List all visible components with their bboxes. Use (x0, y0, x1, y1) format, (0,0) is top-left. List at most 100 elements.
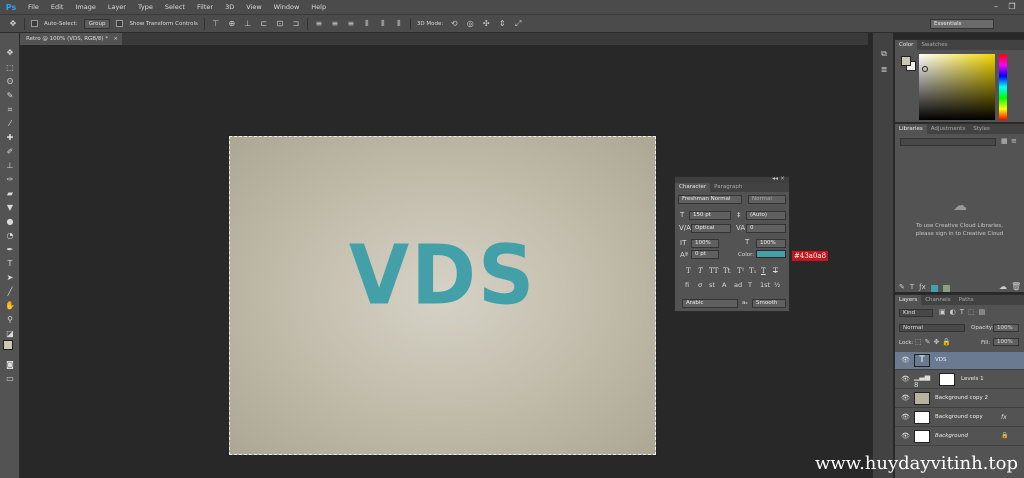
align-top-icon[interactable]: ⊤ (211, 19, 221, 29)
eyedropper-tool-icon[interactable]: ⁄ (4, 118, 16, 129)
tab-libraries[interactable]: Libraries (895, 124, 927, 134)
tracking-field[interactable]: 0 (746, 224, 786, 233)
distribute-right-icon[interactable]: ⦀ (394, 19, 404, 29)
small-caps-button[interactable]: Tt (723, 267, 730, 275)
horizontal-scale-field[interactable]: 100% (756, 239, 786, 248)
leading-field[interactable]: (Auto) (746, 211, 786, 220)
layer-style-icon[interactable]: ƒx (919, 283, 926, 292)
screen-mode-icon[interactable]: ▭ (4, 373, 16, 384)
menu-help[interactable]: Help (305, 3, 332, 11)
layer-row[interactable]: 👁 ▁▃▅ 8 Levels 1 (895, 371, 1024, 389)
3d-roll-icon[interactable]: ◎ (465, 19, 475, 29)
menu-3d[interactable]: 3D (219, 3, 240, 11)
faux-italic-button[interactable]: T (698, 267, 703, 275)
anti-alias-dropdown[interactable]: Smooth (752, 299, 786, 308)
restore-button[interactable]: ❐ (1006, 2, 1018, 12)
pen-tool-icon[interactable]: ✒ (4, 244, 16, 255)
default-colors-icon[interactable]: ◪ (4, 328, 16, 339)
3d-pan-icon[interactable]: ✣ (481, 19, 491, 29)
titling-alternates-button[interactable]: ad (734, 281, 742, 289)
font-style-dropdown[interactable]: Normal (748, 195, 786, 204)
all-caps-button[interactable]: TT (709, 267, 718, 275)
layer-name[interactable]: Background copy 2 (935, 395, 988, 401)
underline-button[interactable]: T (761, 267, 766, 275)
menu-view[interactable]: View (240, 3, 267, 11)
tab-swatches[interactable]: Swatches (917, 40, 951, 50)
ornaments-button[interactable]: T (748, 281, 752, 289)
delete-icon[interactable]: 🗑 (1011, 282, 1021, 291)
menu-filter[interactable]: Filter (191, 3, 219, 11)
opacity-field[interactable]: 100% (993, 324, 1019, 332)
lasso-tool-icon[interactable]: ʘ (4, 76, 16, 87)
menu-type[interactable]: Type (132, 3, 159, 11)
superscript-button[interactable]: T¹ (737, 267, 744, 275)
layer-name[interactable]: Background (935, 433, 968, 439)
old-style-button[interactable]: ơ (698, 281, 702, 289)
menu-image[interactable]: Image (69, 3, 101, 11)
filter-icons[interactable]: ▣◐T⬚▤ (939, 308, 989, 316)
menu-file[interactable]: File (22, 3, 45, 11)
text-style-icon[interactable]: T (910, 283, 914, 292)
layer-name[interactable]: VDS (935, 357, 947, 363)
eye-icon[interactable]: 👁 (901, 413, 910, 421)
align-middle-icon[interactable]: ⊕ (227, 19, 237, 29)
history-brush-tool-icon[interactable]: ✑ (4, 174, 16, 185)
eye-icon[interactable]: 👁 (901, 356, 910, 364)
tab-layers[interactable]: Layers (895, 295, 922, 305)
fractions-button[interactable]: ½ (774, 281, 780, 289)
layer-row[interactable]: 👁 Background copy 2 (895, 390, 1024, 408)
type-tool-icon[interactable]: T (4, 258, 16, 269)
dodge-tool-icon[interactable]: ◔ (4, 230, 16, 241)
distribute-top-icon[interactable]: ≡ (314, 19, 324, 29)
color-picker-cursor[interactable] (922, 66, 928, 72)
brush-tool-icon[interactable]: ✐ (4, 146, 16, 157)
blur-tool-icon[interactable]: ● (4, 216, 16, 227)
close-icon[interactable]: × (113, 33, 118, 45)
layer-row[interactable]: 👁 Background copy fx (895, 409, 1024, 427)
move-tool-icon[interactable]: ✥ (8, 19, 18, 29)
layer-row[interactable]: 👁 Background 🔒 (895, 428, 1024, 446)
distribute-left-icon[interactable]: ⦀ (362, 19, 372, 29)
eye-icon[interactable]: 👁 (901, 394, 910, 402)
tab-styles[interactable]: Styles (969, 124, 994, 134)
tab-adjustments[interactable]: Adjustments (927, 124, 969, 134)
menu-edit[interactable]: Edit (45, 3, 70, 11)
cc-sync-icon[interactable]: ☁ (999, 282, 1007, 291)
transform-controls-checkbox[interactable] (116, 20, 124, 27)
path-selection-tool-icon[interactable]: ➤ (4, 272, 16, 283)
3d-rotate-icon[interactable]: ⟲ (449, 19, 459, 29)
marquee-tool-icon[interactable]: ⬚ (4, 62, 16, 73)
healing-brush-tool-icon[interactable]: ✚ (4, 132, 16, 143)
line-tool-icon[interactable]: ╱ (4, 286, 16, 297)
3d-slide-icon[interactable]: ⇕ (497, 19, 507, 29)
language-dropdown[interactable]: Arabic (682, 299, 738, 308)
align-right-icon[interactable]: ⊐ (291, 19, 301, 29)
list-view-icon[interactable]: ≡ (1011, 137, 1017, 145)
align-center-icon[interactable]: ⊡ (275, 19, 285, 29)
lock-icons[interactable]: ⬚✎✥🔒 (915, 338, 954, 346)
fx-icon[interactable]: fx (1001, 414, 1007, 421)
color-picker-field[interactable] (919, 54, 995, 120)
tab-color[interactable]: Color (895, 40, 918, 50)
panel-header[interactable]: ◂◂ × (675, 175, 789, 183)
foreground-color-swatch[interactable] (3, 340, 13, 350)
ligatures-button[interactable]: fi (685, 281, 689, 289)
faux-bold-button[interactable]: T (686, 267, 691, 275)
workspace-dropdown[interactable]: Essentials (930, 19, 994, 29)
foreground-color-chip[interactable] (901, 56, 911, 66)
distribute-center-icon[interactable]: ⦀ (378, 19, 388, 29)
font-family-dropdown[interactable]: Freshman Normal (678, 195, 742, 204)
layer-row[interactable]: 👁 T VDS (895, 352, 1024, 370)
align-left-icon[interactable]: ⊏ (259, 19, 269, 29)
distribute-middle-icon[interactable]: ≡ (330, 19, 340, 29)
brush-icon[interactable]: ✎ (899, 283, 905, 292)
layer-name[interactable]: Background copy (935, 414, 983, 420)
properties-panel-icon[interactable]: ≣ (879, 65, 889, 75)
quick-select-tool-icon[interactable]: ✎ (4, 90, 16, 101)
vertical-scale-field[interactable]: 100% (691, 239, 719, 248)
align-bottom-icon[interactable]: ⊥ (243, 19, 253, 29)
3d-scale-icon[interactable]: ⤢ (513, 19, 523, 29)
menu-window[interactable]: Window (268, 3, 306, 11)
font-size-field[interactable]: 150 pt (689, 211, 731, 220)
kerning-field[interactable]: Optical (691, 224, 731, 233)
